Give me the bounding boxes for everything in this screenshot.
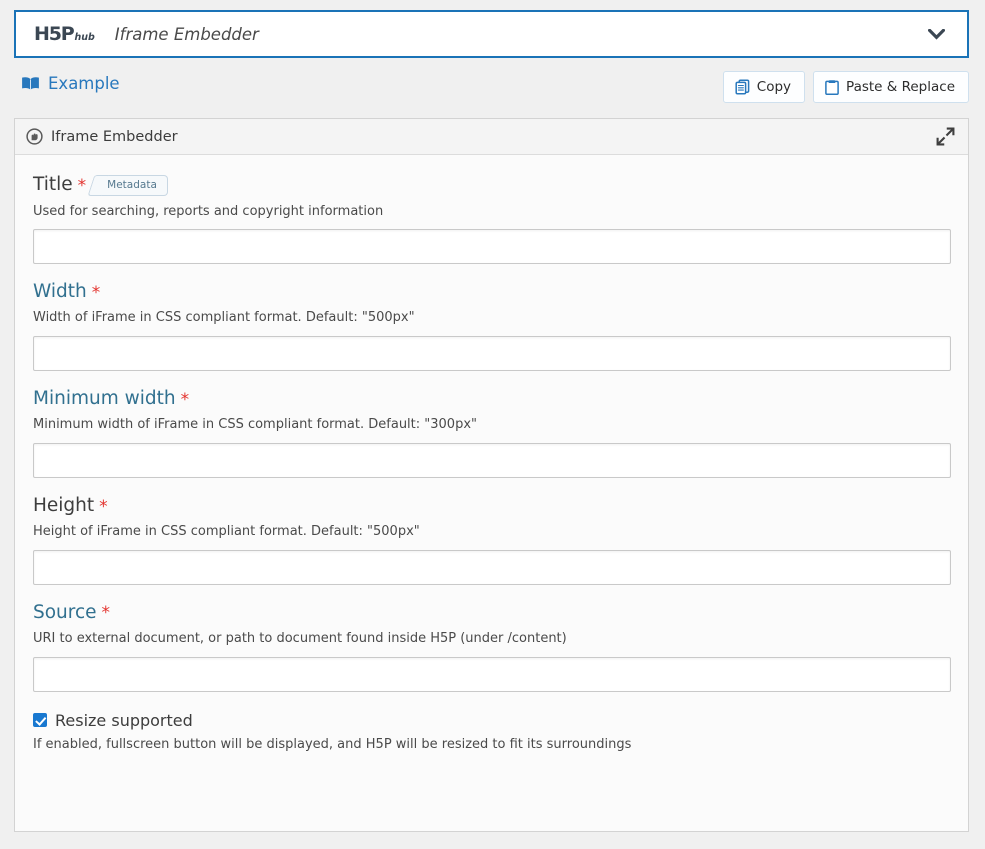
copy-icon (735, 79, 750, 95)
metadata-badge[interactable]: Metadata (100, 175, 168, 196)
required-asterisk: * (180, 389, 190, 410)
resize-supported-checkbox[interactable] (33, 713, 47, 728)
book-icon (21, 76, 40, 91)
paste-and-replace-button[interactable]: Paste & Replace (813, 71, 969, 103)
field-source-label: Source (33, 601, 97, 623)
required-asterisk: * (99, 496, 108, 517)
title-input[interactable] (33, 229, 951, 265)
field-height-description: Height of iFrame in CSS compliant format… (33, 524, 420, 540)
height-input[interactable] (33, 549, 951, 585)
field-title: Title * Metadata Used for searching, rep… (33, 174, 951, 265)
resize-supported-description: If enabled, fullscreen button will be di… (33, 736, 632, 752)
field-width: Width * Width of iFrame in CSS compliant… (33, 281, 951, 372)
hub-content-type-title: Iframe Embedder (114, 24, 259, 44)
chevron-down-icon[interactable] (919, 17, 953, 51)
field-height-label-row: Height * (33, 494, 950, 517)
field-height: Height * Height of iFrame in CSS complia… (33, 494, 951, 585)
field-title-label: Title (33, 174, 73, 196)
field-minimum-width-label-row: Minimum width * (33, 388, 950, 410)
panel-header-title: Iframe Embedder (51, 128, 178, 145)
iframe-embedder-icon (25, 128, 43, 146)
clipboard-icon (825, 79, 839, 95)
paste-button-label: Paste & Replace (846, 78, 955, 95)
metadata-badge-label: Metadata (107, 179, 157, 191)
example-label: Example (48, 74, 120, 93)
required-asterisk: * (77, 175, 87, 196)
panel-body: Title * Metadata Used for searching, rep… (15, 155, 968, 753)
field-source-label-row: Source * (33, 601, 950, 624)
h5p-logo-sub: hub (74, 31, 95, 43)
field-minimum-width-description: Minimum width of iFrame in CSS compliant… (33, 417, 477, 433)
field-minimum-width: Minimum width * Minimum width of iFrame … (33, 388, 951, 478)
width-input[interactable] (33, 336, 951, 372)
copy-button-label: Copy (756, 78, 792, 95)
copy-button[interactable]: Copy (722, 71, 806, 103)
resize-supported-label[interactable]: Resize supported (55, 711, 193, 730)
field-height-label: Height (33, 494, 95, 516)
field-minimum-width-label: Minimum width (33, 388, 176, 410)
field-width-label-row: Width * (33, 281, 950, 303)
field-resize-supported: Resize supported If enabled, fullscreen … (33, 711, 950, 754)
field-source-description: URI to external document, or path to doc… (33, 631, 567, 647)
expand-diagonal-icon[interactable] (932, 124, 958, 150)
field-source: Source * URI to external document, or pa… (33, 601, 951, 692)
panel-header[interactable]: Iframe Embedder (15, 119, 968, 155)
example-link[interactable]: Example (21, 74, 120, 93)
resize-supported-row: Resize supported (33, 711, 950, 730)
h5p-hub-logo: H5P hub (34, 22, 95, 45)
minimum-width-input[interactable] (33, 442, 951, 478)
action-bar: Example Copy Paste & Replace (14, 70, 969, 110)
required-asterisk: * (101, 603, 111, 624)
field-width-label: Width (33, 281, 87, 303)
field-title-description: Used for searching, reports and copyrigh… (33, 203, 384, 219)
clipboard-button-group: Copy Paste & Replace (722, 71, 969, 103)
iframe-embedder-form-panel: Iframe Embedder Title * Metadata Used fo… (14, 118, 969, 832)
h5p-logo-text: H5P (34, 22, 75, 45)
field-width-description: Width of iFrame in CSS compliant format.… (33, 310, 415, 326)
source-input[interactable] (33, 656, 951, 692)
required-asterisk: * (91, 282, 101, 303)
field-title-label-row: Title * Metadata (33, 174, 950, 196)
hub-header: H5P hub Iframe Embedder (14, 10, 969, 58)
